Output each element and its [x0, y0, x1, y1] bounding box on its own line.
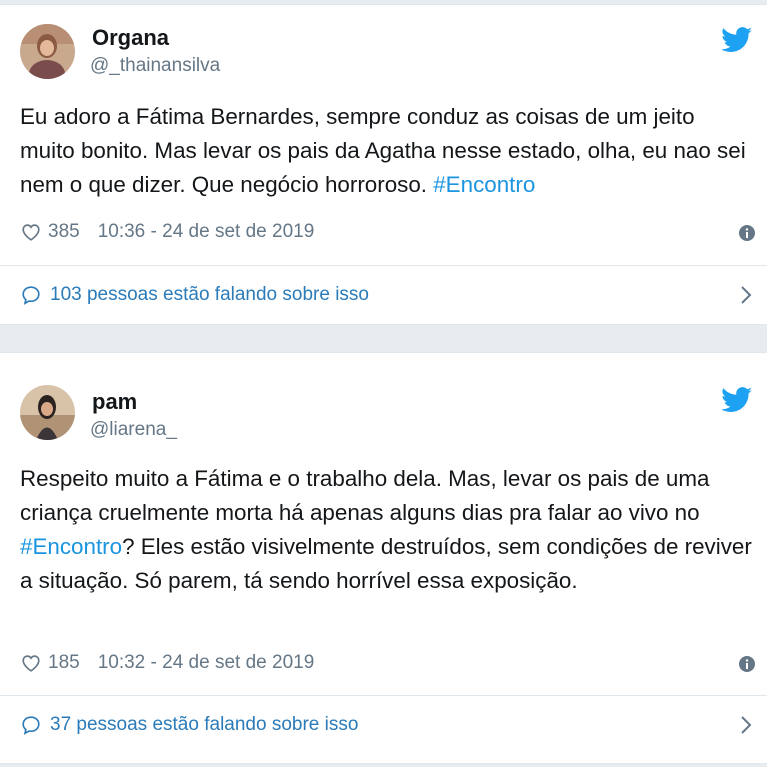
chevron-right-icon[interactable] — [739, 284, 753, 306]
chevron-right-icon[interactable] — [739, 714, 753, 736]
hashtag-link[interactable]: #Encontro — [20, 534, 122, 559]
like-count: 385 — [48, 221, 80, 242]
divider — [0, 265, 767, 266]
tweet-card[interactable]: Organa @_thainansilva Eu adoro a Fátima … — [0, 4, 767, 325]
conversation-link[interactable]: 103 pessoas estão falando sobre isso — [20, 280, 757, 310]
heart-icon[interactable] — [20, 652, 42, 674]
display-name[interactable]: Organa — [92, 25, 169, 51]
divider — [0, 695, 767, 696]
speech-bubble-icon — [22, 286, 40, 305]
profile-photo-icon — [20, 24, 75, 79]
tweet-card[interactable]: pam @liarena_ Respeito muito a Fátima e … — [0, 352, 767, 764]
timestamp[interactable]: 10:32 - 24 de set de 2019 — [98, 652, 315, 674]
user-handle[interactable]: @liarena_ — [90, 419, 177, 441]
heart-icon[interactable] — [20, 221, 42, 243]
conversation-label[interactable]: 103 pessoas estão falando sobre isso — [50, 284, 369, 306]
like-count: 185 — [48, 652, 80, 673]
info-icon[interactable] — [739, 225, 755, 241]
display-name[interactable]: pam — [92, 389, 137, 415]
avatar[interactable] — [20, 385, 75, 440]
twitter-bird-icon[interactable] — [721, 387, 753, 413]
timestamp[interactable]: 10:36 - 24 de set de 2019 — [98, 221, 315, 243]
user-handle[interactable]: @_thainansilva — [90, 55, 220, 77]
conversation-link[interactable]: 37 pessoas estão falando sobre isso — [20, 710, 757, 740]
tweet-meta: 185 10:32 - 24 de set de 2019 — [20, 648, 314, 678]
tweet-text: Respeito muito a Fátima e o trabalho del… — [20, 466, 752, 593]
speech-bubble-icon — [22, 716, 40, 735]
hashtag-link[interactable]: #Encontro — [433, 172, 535, 197]
tweet-meta: 385 10:36 - 24 de set de 2019 — [20, 217, 314, 247]
info-icon[interactable] — [739, 656, 755, 672]
profile-photo-icon — [20, 385, 75, 440]
twitter-bird-icon[interactable] — [721, 27, 753, 53]
avatar[interactable] — [20, 24, 75, 79]
tweet-text: Eu adoro a Fátima Bernardes, sempre cond… — [20, 104, 746, 197]
conversation-label[interactable]: 37 pessoas estão falando sobre isso — [50, 714, 358, 736]
